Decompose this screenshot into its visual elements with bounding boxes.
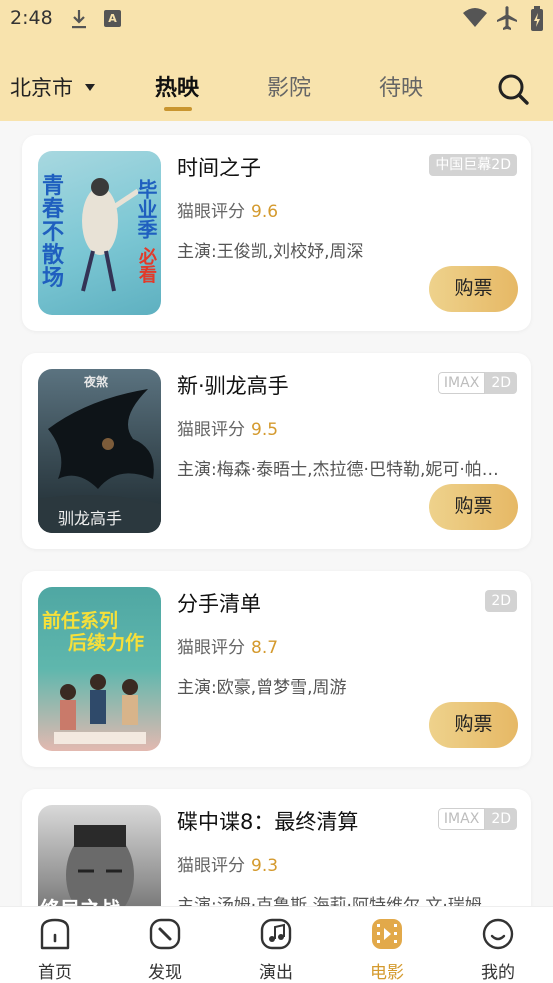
poster-line: 夜煞 bbox=[84, 375, 109, 389]
app-header: 2:48 A 北京市 热映 影院 待映 bbox=[0, 0, 553, 121]
rating-label: 猫眼评分 bbox=[177, 202, 245, 222]
poster-line: 青春 bbox=[42, 174, 65, 222]
format-tag: 2D bbox=[485, 808, 517, 830]
poster-art bbox=[66, 825, 134, 906]
rating: 猫眼评分 8.7 bbox=[177, 633, 278, 658]
tab-now-showing[interactable]: 热映 bbox=[155, 70, 199, 102]
home-icon bbox=[40, 918, 70, 950]
rating-label: 猫眼评分 bbox=[177, 856, 245, 876]
nav-label: 演出 bbox=[259, 963, 293, 983]
wifi-icon bbox=[463, 8, 487, 27]
rating: 猫眼评分 9.3 bbox=[177, 851, 278, 876]
rating: 猫眼评分 9.5 bbox=[177, 415, 278, 440]
nav-label: 电影 bbox=[370, 963, 404, 983]
a-icon: A bbox=[104, 10, 121, 27]
movie-poster[interactable]: 夜煞 驯龙高手 bbox=[38, 369, 161, 533]
movie-title[interactable]: 新·驯龙高手 bbox=[177, 370, 289, 400]
format-tag: IMAX bbox=[437, 372, 486, 394]
movie-card[interactable]: 终局之战 碟中谍8：最终清算 IMAX 2D 猫眼评分 9.3 主演:汤姆·克鲁斯… bbox=[22, 789, 531, 906]
movie-title[interactable]: 碟中谍8：最终清算 bbox=[177, 806, 358, 836]
smile-icon bbox=[482, 918, 514, 950]
cast-list: 主演:汤姆·克鲁斯,海莉·阿特维尔,文·瑞姆 bbox=[177, 896, 482, 906]
buy-ticket-button[interactable]: 购票 bbox=[429, 266, 518, 312]
film-icon bbox=[372, 919, 402, 949]
movie-card[interactable]: 夜煞 驯龙高手 新·驯龙高手 IMAX 2D 猫眼评分 9.5 主演:梅森·泰晤士… bbox=[22, 353, 531, 549]
poster-line: 不 bbox=[42, 220, 65, 245]
format-tag: 2D bbox=[485, 372, 517, 394]
caret-down-icon bbox=[85, 83, 95, 91]
airplane-icon bbox=[497, 6, 517, 30]
movie-card[interactable]: 青春 不 散场 毕业季 必看 时间之子 中国巨幕2D 猫眼评分 9.6 主演:王俊… bbox=[22, 135, 531, 331]
poster-line: 前任系列 bbox=[42, 610, 119, 632]
format-tag: IMAX bbox=[437, 808, 486, 830]
movie-title[interactable]: 时间之子 bbox=[177, 152, 261, 182]
poster-line: 必看 bbox=[136, 247, 157, 283]
poster-line: 终局之战 bbox=[40, 893, 120, 906]
rating-score: 9.6 bbox=[251, 202, 279, 222]
buy-ticket-button[interactable]: 购票 bbox=[429, 702, 518, 748]
nav-discover[interactable]: 发现 bbox=[135, 917, 195, 983]
movie-list[interactable]: 青春 不 散场 毕业季 必看 时间之子 中国巨幕2D 猫眼评分 9.6 主演:王俊… bbox=[0, 121, 553, 906]
download-icon bbox=[72, 10, 86, 29]
nav-shows[interactable]: 演出 bbox=[246, 917, 306, 983]
nav-label: 我的 bbox=[481, 963, 515, 983]
rating-label: 猫眼评分 bbox=[177, 420, 245, 440]
nav-mine[interactable]: 我的 bbox=[468, 917, 528, 983]
compass-icon bbox=[149, 918, 181, 950]
poster-line: 驯龙高手 bbox=[58, 509, 123, 528]
cast-list: 主演:王俊凯,刘校妤,周深 bbox=[177, 242, 364, 262]
rating-score: 8.7 bbox=[251, 638, 279, 658]
format-tag: 中国巨幕2D bbox=[429, 154, 517, 176]
format-tags: 中国巨幕2D bbox=[429, 154, 517, 176]
tab-coming-soon[interactable]: 待映 bbox=[379, 70, 423, 102]
format-tags: IMAX 2D bbox=[437, 808, 517, 830]
status-time: 2:48 bbox=[10, 7, 53, 29]
movie-card[interactable]: 前任系列 后续力作 分手清单 2D 猫眼评分 8.7 主演:欧豪,曾梦雪,周游 购… bbox=[22, 571, 531, 767]
rating-score: 9.5 bbox=[251, 420, 279, 440]
battery-icon bbox=[531, 6, 543, 31]
status-bar: 2:48 A bbox=[0, 0, 553, 40]
movie-poster[interactable]: 青春 不 散场 毕业季 必看 bbox=[38, 151, 161, 315]
movie-title[interactable]: 分手清单 bbox=[177, 588, 261, 618]
nav-home[interactable]: 首页 bbox=[25, 917, 85, 983]
cast-list: 主演:梅森·泰晤士,杰拉德·巴特勒,妮可·帕… bbox=[177, 460, 499, 480]
search-icon[interactable] bbox=[496, 72, 530, 106]
rating-label: 猫眼评分 bbox=[177, 638, 245, 658]
movie-poster[interactable]: 终局之战 bbox=[38, 805, 161, 906]
buy-ticket-button[interactable]: 购票 bbox=[429, 484, 518, 530]
tab-cinemas[interactable]: 影院 bbox=[267, 70, 311, 102]
format-tags: IMAX 2D bbox=[437, 372, 517, 394]
nav-movies[interactable]: 电影 bbox=[357, 917, 417, 983]
active-tab-indicator bbox=[164, 107, 192, 111]
music-icon bbox=[260, 918, 292, 950]
city-selector[interactable]: 北京市 bbox=[10, 72, 95, 102]
nav-label: 发现 bbox=[148, 963, 182, 983]
format-tags: 2D bbox=[485, 590, 517, 612]
rating: 猫眼评分 9.6 bbox=[177, 197, 278, 222]
format-tag: 2D bbox=[485, 590, 517, 612]
bottom-nav: 首页 发现 演出 电影 我的 bbox=[0, 906, 553, 983]
movie-poster[interactable]: 前任系列 后续力作 bbox=[38, 587, 161, 751]
cast-list: 主演:欧豪,曾梦雪,周游 bbox=[177, 678, 347, 698]
poster-line: 散场 bbox=[42, 243, 65, 291]
poster-line: 后续力作 bbox=[68, 632, 145, 654]
nav-label: 首页 bbox=[38, 963, 72, 983]
city-label: 北京市 bbox=[10, 76, 73, 100]
poster-line: 毕业季 bbox=[134, 179, 158, 239]
rating-score: 9.3 bbox=[251, 856, 279, 876]
